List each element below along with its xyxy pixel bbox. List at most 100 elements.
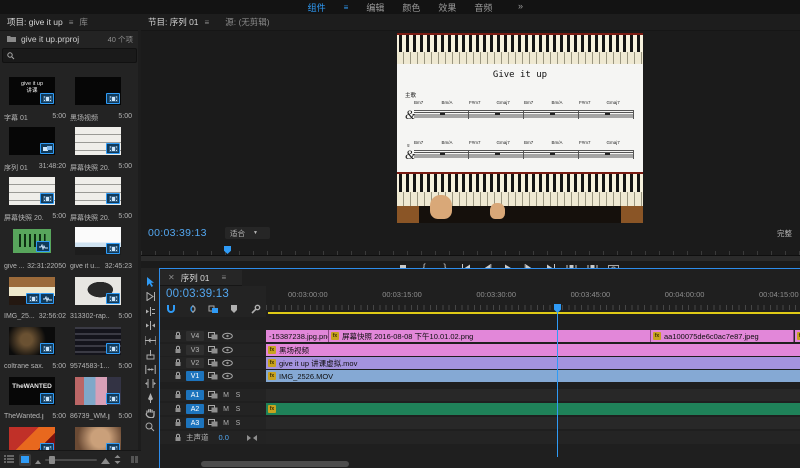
project-item[interactable]: give ...32:31:22050 xyxy=(4,227,66,253)
track-target-v2[interactable]: V2 xyxy=(186,358,204,368)
playhead-line[interactable] xyxy=(557,313,558,457)
project-item[interactable]: 序列 0131:48:20 xyxy=(4,127,66,155)
timeline-clip[interactable]: fx屏幕快照 2016-08-08 下午10.01.02.png xyxy=(329,330,651,342)
track-target-v3[interactable]: V3 xyxy=(186,345,204,355)
seq-badge-icon[interactable] xyxy=(40,143,54,154)
film-badge-icon[interactable] xyxy=(40,193,54,204)
item-thumbnail[interactable]: TheWANTED xyxy=(9,377,55,405)
search-input[interactable] xyxy=(2,48,137,63)
timeline-clip[interactable]: -15387238.jpg.png xyxy=(266,330,329,342)
list-view-button[interactable] xyxy=(3,454,15,466)
zoom-level-dropdown[interactable]: 适合 ▼ xyxy=(225,227,270,239)
master-track-header[interactable]: 主声道0.0 xyxy=(160,431,266,444)
project-item[interactable]: 9574583-1...5:00 xyxy=(70,327,132,355)
fx-badge-icon[interactable]: fx xyxy=(653,332,661,340)
film-badge-icon[interactable] xyxy=(40,343,54,354)
item-thumbnail[interactable] xyxy=(75,327,121,355)
fx-badge-icon[interactable]: fx xyxy=(268,372,276,380)
film-badge-icon[interactable] xyxy=(106,93,120,104)
panel-menu-icon[interactable]: ≡ xyxy=(199,18,216,27)
fx-badge-icon[interactable]: fx xyxy=(268,359,276,367)
item-name[interactable]: 屏幕快照 20... xyxy=(4,213,44,223)
film-badge-icon[interactable] xyxy=(106,243,120,254)
item-name[interactable]: 313302-rap... xyxy=(70,313,110,320)
audio-badge-icon[interactable] xyxy=(40,293,54,304)
hand-tool[interactable] xyxy=(144,407,157,419)
workspace-tab-编辑[interactable]: 编辑 xyxy=(366,1,384,14)
zoom-out-icon[interactable] xyxy=(35,451,41,468)
rolling-edit-tool[interactable] xyxy=(144,320,157,332)
slider-knob[interactable] xyxy=(49,456,55,464)
item-name[interactable]: 9574583-1... xyxy=(70,363,109,370)
workspace-overflow-chevron[interactable]: » xyxy=(518,1,523,11)
timeline-clip[interactable]: fxIMG_2526.MOV xyxy=(266,370,800,382)
monitor-mini-timeline[interactable] xyxy=(141,245,800,256)
film-badge-icon[interactable] xyxy=(106,393,120,404)
item-thumbnail[interactable] xyxy=(75,277,121,305)
item-name[interactable]: 黑场视频 xyxy=(70,113,98,123)
item-name[interactable]: 屏幕快照 20... xyxy=(70,213,110,223)
fx-badge-icon[interactable]: fx xyxy=(268,405,276,413)
timeline-clip[interactable]: fx黑场视频 xyxy=(266,344,800,356)
project-item[interactable]: IMG_25...32:56:02 xyxy=(4,277,66,305)
track-lane-a3[interactable] xyxy=(266,417,800,429)
timeline-horizontal-scrollbar[interactable] xyxy=(201,461,349,467)
collapse-icon[interactable] xyxy=(247,429,257,447)
film-badge-icon[interactable] xyxy=(106,143,120,154)
mute-button[interactable]: M xyxy=(222,392,230,399)
sync-lock-icon[interactable] xyxy=(208,367,218,385)
project-bin-row[interactable]: give it up.prproj 40 个项 xyxy=(0,31,138,47)
track-target-v4[interactable]: V4 xyxy=(186,331,204,341)
item-thumbnail[interactable] xyxy=(75,377,121,405)
mute-button[interactable]: M xyxy=(222,406,230,413)
selection-tool[interactable] xyxy=(144,276,157,288)
sort-icon[interactable] xyxy=(114,451,121,468)
film-badge-icon[interactable] xyxy=(26,293,40,304)
fx-badge-icon[interactable]: fx xyxy=(268,346,276,354)
timeline-clip[interactable]: fx xyxy=(795,330,800,342)
item-thumbnail[interactable] xyxy=(9,127,55,155)
workspace-menu-icon[interactable]: ≡ xyxy=(344,3,349,12)
track-lane-v3[interactable]: fx黑场视频 xyxy=(266,344,800,356)
item-name[interactable]: give ... xyxy=(4,263,25,270)
workspace-tab-音频[interactable]: 音频 xyxy=(474,1,492,14)
item-thumbnail[interactable] xyxy=(9,327,55,355)
project-item[interactable]: 屏幕快照 20...5:00 xyxy=(70,177,132,205)
zoom-tool[interactable] xyxy=(144,421,157,433)
film-badge-icon[interactable] xyxy=(40,93,54,104)
mute-button[interactable]: M xyxy=(222,420,230,427)
track-lane-v1[interactable]: fxIMG_2526.MOV xyxy=(266,370,800,382)
track-lane-a2[interactable]: fx xyxy=(266,403,800,415)
film-badge-icon[interactable] xyxy=(106,343,120,354)
rate-stretch-tool[interactable] xyxy=(144,334,157,346)
thumbnail-zoom-slider[interactable] xyxy=(45,459,97,461)
pen-tool[interactable] xyxy=(144,392,157,404)
project-item[interactable]: 黑场视频5:00 xyxy=(70,77,132,105)
item-thumbnail[interactable] xyxy=(13,229,51,253)
item-name[interactable]: give it u... xyxy=(70,263,100,270)
item-name[interactable]: coltrane sax... xyxy=(4,363,44,370)
project-item[interactable]: 313302-rap...5:00 xyxy=(70,277,132,305)
film-badge-icon[interactable] xyxy=(106,293,120,304)
item-name[interactable]: 字幕 01 xyxy=(4,113,28,123)
track-target-a1[interactable]: A1 xyxy=(186,390,204,400)
panel-menu-icon[interactable]: ≡ xyxy=(63,18,80,27)
solo-button[interactable]: S xyxy=(234,392,242,399)
lock-icon[interactable] xyxy=(174,429,182,447)
solo-button[interactable]: S xyxy=(234,406,242,413)
track-target-v1[interactable]: V1 xyxy=(186,371,204,381)
item-name[interactable]: IMG_25... xyxy=(4,313,35,320)
tab-source-monitor[interactable]: 源: (无剪辑) xyxy=(225,16,269,28)
item-name[interactable]: 序列 01 xyxy=(4,163,28,173)
project-item[interactable]: coltrane sax...5:00 xyxy=(4,327,66,355)
workspace-tab-组件[interactable]: 组件 xyxy=(308,1,326,14)
track-select-forward-tool[interactable] xyxy=(144,291,157,303)
item-thumbnail[interactable]: give it up 讲课 xyxy=(9,77,55,105)
project-item[interactable]: 屏幕快照 20...5:00 xyxy=(70,127,132,155)
film-badge-icon[interactable] xyxy=(106,193,120,204)
track-target-a2[interactable]: A2 xyxy=(186,404,204,414)
item-thumbnail[interactable] xyxy=(75,177,121,205)
track-lane-v2[interactable]: fxgive it up 讲课虚拟.mov xyxy=(266,357,800,369)
fx-badge-icon[interactable]: fx xyxy=(331,332,339,340)
tab-program-monitor[interactable]: 节目: 序列 01 xyxy=(141,16,199,28)
